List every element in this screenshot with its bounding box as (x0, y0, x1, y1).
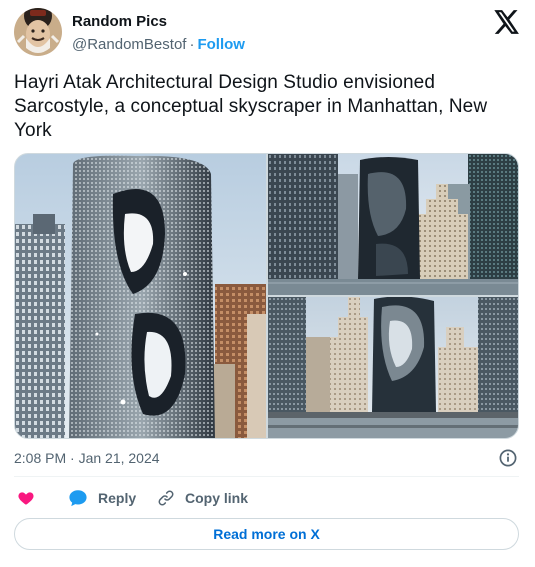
author-handle[interactable]: @RandomBestof (72, 36, 186, 53)
author-handle-row: @RandomBestof · Follow (72, 36, 245, 54)
reply-button[interactable]: Reply (68, 488, 136, 508)
tweet-text: Hayri Atak Architectural Design Studio e… (14, 72, 488, 141)
actions-divider (14, 476, 519, 477)
author-display-name[interactable]: Random Pics (72, 13, 167, 31)
handle-separator: · (189, 36, 195, 53)
reply-label: Reply (98, 490, 137, 506)
copy-link-label: Copy link (185, 490, 249, 506)
x-logo-icon[interactable] (494, 10, 520, 34)
copy-link-button[interactable]: Copy link (157, 488, 248, 508)
media-image-2[interactable] (268, 154, 518, 295)
media-grid (14, 153, 519, 439)
info-icon[interactable] (498, 448, 518, 468)
author-avatar[interactable] (14, 8, 62, 56)
link-icon (158, 490, 174, 506)
media-image-3[interactable] (268, 297, 518, 438)
media-image-1[interactable] (15, 154, 266, 438)
tweet-embed-card: Random Pics @RandomBestof · Follow Hayri A… (0, 0, 535, 567)
speech-bubble-icon (69, 490, 87, 507)
follow-button[interactable]: Follow (197, 36, 245, 53)
read-more-button[interactable]: Read more on X (14, 518, 519, 550)
like-button[interactable] (17, 488, 35, 508)
heart-icon (18, 492, 34, 505)
tweet-timestamp[interactable]: 2:08 PM · Jan 21, 2024 (14, 450, 160, 467)
